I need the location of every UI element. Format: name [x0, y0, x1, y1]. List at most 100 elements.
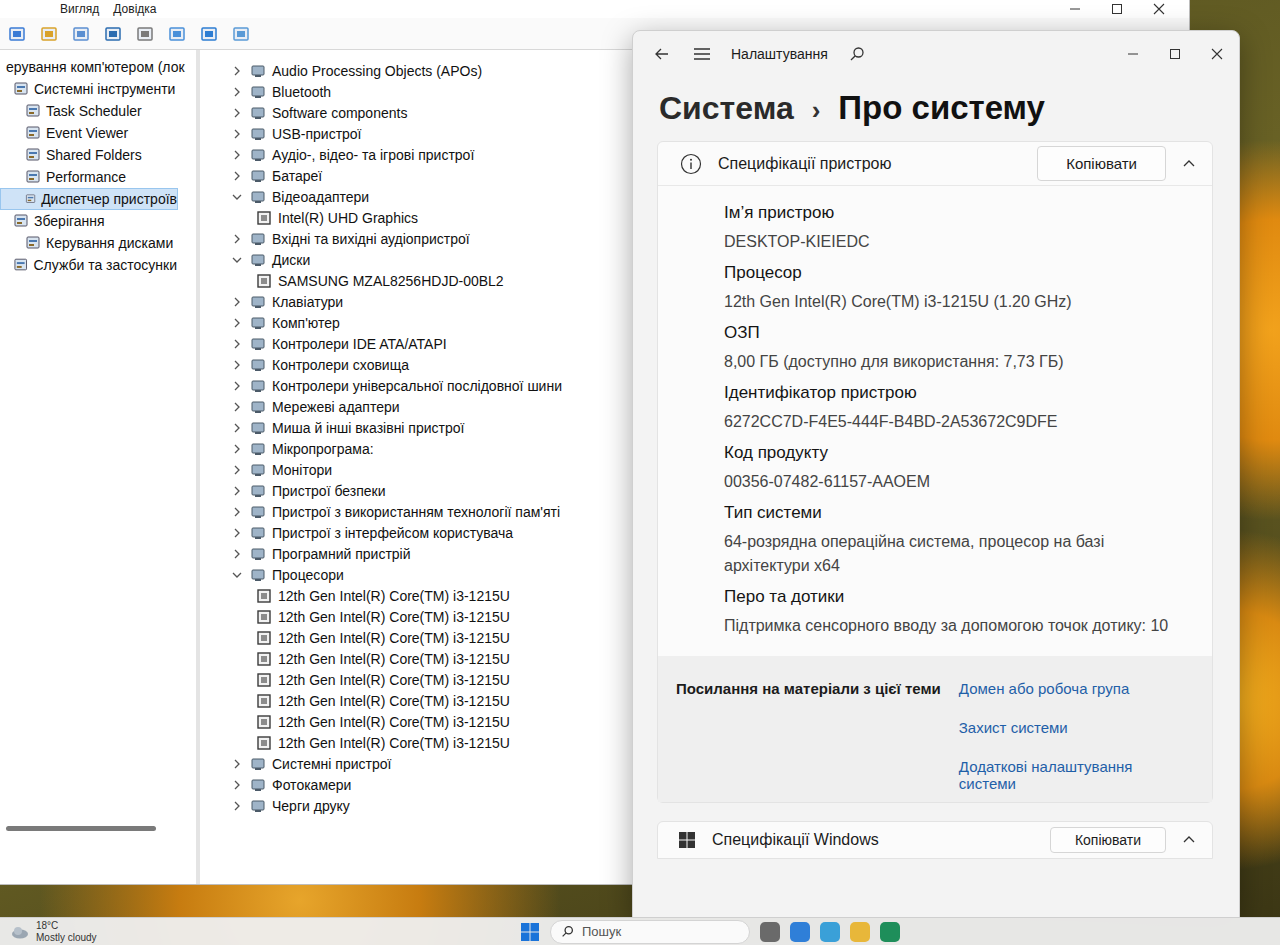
- tree-toggle[interactable]: [230, 526, 244, 540]
- back-button[interactable]: [651, 43, 673, 65]
- expand-icon[interactable]: [232, 549, 242, 559]
- tree-toggle[interactable]: [230, 190, 244, 204]
- tree-toggle[interactable]: [230, 568, 244, 582]
- spec-value[interactable]: 00356-07482-61157-AAOEM: [724, 470, 1182, 494]
- tree-toggle[interactable]: [230, 106, 244, 120]
- chevron-up-icon[interactable]: [1182, 157, 1196, 171]
- tree-toggle[interactable]: [230, 421, 244, 435]
- tree-toggle[interactable]: [230, 442, 244, 456]
- tree-toggle[interactable]: [230, 400, 244, 414]
- collapse-icon[interactable]: [232, 570, 242, 580]
- expand-icon[interactable]: [232, 318, 242, 328]
- toolbar-icon[interactable]: [232, 25, 250, 43]
- tree-toggle[interactable]: [230, 547, 244, 561]
- console-tree-item[interactable]: Performance: [0, 166, 178, 188]
- minimize-icon[interactable]: [1069, 3, 1081, 15]
- expand-icon[interactable]: [232, 339, 242, 349]
- toolbar-button[interactable]: [6, 23, 28, 45]
- close-icon[interactable]: [1211, 48, 1223, 60]
- expand-icon[interactable]: [232, 381, 242, 391]
- expand-icon[interactable]: [232, 234, 242, 244]
- related-link[interactable]: Додаткові налаштування системи: [959, 758, 1149, 792]
- app-icon[interactable]: [850, 922, 870, 942]
- console-tree-item[interactable]: Task Scheduler: [0, 100, 178, 122]
- expand-icon[interactable]: [232, 801, 242, 811]
- collapse-icon[interactable]: [232, 255, 242, 265]
- expand-icon[interactable]: [232, 780, 242, 790]
- hamburger-icon[interactable]: [693, 47, 711, 61]
- spec-value[interactable]: 8,00 ГБ (доступно для використання: 7,73…: [724, 350, 1182, 374]
- expand-icon[interactable]: [232, 66, 242, 76]
- expand-icon[interactable]: [232, 507, 242, 517]
- expand-icon[interactable]: [232, 171, 242, 181]
- expand-icon[interactable]: [232, 129, 242, 139]
- tree-toggle[interactable]: [230, 799, 244, 813]
- expand-icon[interactable]: [232, 297, 242, 307]
- toolbar-icon[interactable]: [168, 25, 186, 43]
- tree-toggle[interactable]: [230, 505, 244, 519]
- menu-button[interactable]: [691, 43, 713, 65]
- app-icon[interactable]: [880, 922, 900, 942]
- card-header[interactable]: Специфікації пристроюКопіювати: [658, 142, 1212, 186]
- tree-toggle[interactable]: [230, 337, 244, 351]
- console-tree-item[interactable]: Shared Folders: [0, 144, 178, 166]
- tree-toggle[interactable]: [230, 358, 244, 372]
- toolbar-button[interactable]: [38, 23, 60, 45]
- start-icon[interactable]: [520, 922, 540, 942]
- toolbar-icon[interactable]: [136, 25, 154, 43]
- console-tree-item[interactable]: Диспетчер пристроїв: [0, 188, 178, 210]
- horizontal-scrollbar[interactable]: [6, 820, 190, 836]
- toolbar-icon[interactable]: [8, 25, 26, 43]
- spec-value[interactable]: Підтримка сенсорного вводу за допомогою …: [724, 614, 1182, 638]
- tree-toggle[interactable]: [230, 778, 244, 792]
- copy-button[interactable]: Копіювати: [1037, 146, 1166, 181]
- tree-toggle[interactable]: [230, 757, 244, 771]
- toolbar-icon[interactable]: [104, 25, 122, 43]
- expand-icon[interactable]: [232, 87, 242, 97]
- close-icon[interactable]: [1153, 3, 1165, 15]
- weather-widget[interactable]: 18°CMostly cloudy: [10, 920, 430, 944]
- copy-button[interactable]: Копіювати: [1050, 827, 1166, 853]
- tree-toggle[interactable]: [230, 232, 244, 246]
- toolbar-button[interactable]: [166, 23, 188, 45]
- expand-icon[interactable]: [232, 444, 242, 454]
- menu-item[interactable]: Вигляд: [60, 1, 99, 17]
- expand-icon[interactable]: [232, 423, 242, 433]
- console-tree-item[interactable]: Зберігання: [0, 210, 178, 232]
- tree-toggle[interactable]: [230, 169, 244, 183]
- expand-icon[interactable]: [232, 402, 242, 412]
- console-tree-item[interactable]: Event Viewer: [0, 122, 178, 144]
- tree-toggle[interactable]: [230, 127, 244, 141]
- related-link[interactable]: Захист системи: [959, 719, 1149, 736]
- app-icon[interactable]: [820, 922, 840, 942]
- maximize-icon[interactable]: [1111, 3, 1123, 15]
- chevron-up-icon[interactable]: [1182, 833, 1196, 847]
- toolbar-icon[interactable]: [200, 25, 218, 43]
- tree-toggle[interactable]: [230, 484, 244, 498]
- tree-toggle[interactable]: [230, 85, 244, 99]
- tree-toggle[interactable]: [230, 379, 244, 393]
- expand-icon[interactable]: [232, 486, 242, 496]
- search-icon[interactable]: [849, 46, 865, 62]
- tree-toggle[interactable]: [230, 316, 244, 330]
- toolbar-button[interactable]: [230, 23, 252, 45]
- spec-value[interactable]: 64-розрядна операційна система, процесор…: [724, 530, 1182, 578]
- expand-icon[interactable]: [232, 759, 242, 769]
- back-arrow-icon[interactable]: [654, 46, 670, 62]
- tree-toggle[interactable]: [230, 295, 244, 309]
- collapse-icon[interactable]: [232, 192, 242, 202]
- toolbar-button[interactable]: [102, 23, 124, 45]
- app-icon[interactable]: [790, 922, 810, 942]
- expand-icon[interactable]: [232, 528, 242, 538]
- tree-toggle[interactable]: [230, 463, 244, 477]
- expand-icon[interactable]: [232, 465, 242, 475]
- spec-value[interactable]: 6272CC7D-F4E5-444F-B4BD-2A53672C9DFE: [724, 410, 1182, 434]
- expand-icon[interactable]: [232, 108, 242, 118]
- windows-specs-card[interactable]: Специфікації WindowsКопіювати: [657, 821, 1213, 859]
- menu-item[interactable]: Довідка: [113, 1, 156, 17]
- maximize-icon[interactable]: [1169, 48, 1181, 60]
- toolbar-button[interactable]: [198, 23, 220, 45]
- related-link[interactable]: Домен або робоча група: [959, 680, 1149, 697]
- taskbar-search[interactable]: Пошук: [550, 920, 750, 944]
- tree-toggle[interactable]: [230, 253, 244, 267]
